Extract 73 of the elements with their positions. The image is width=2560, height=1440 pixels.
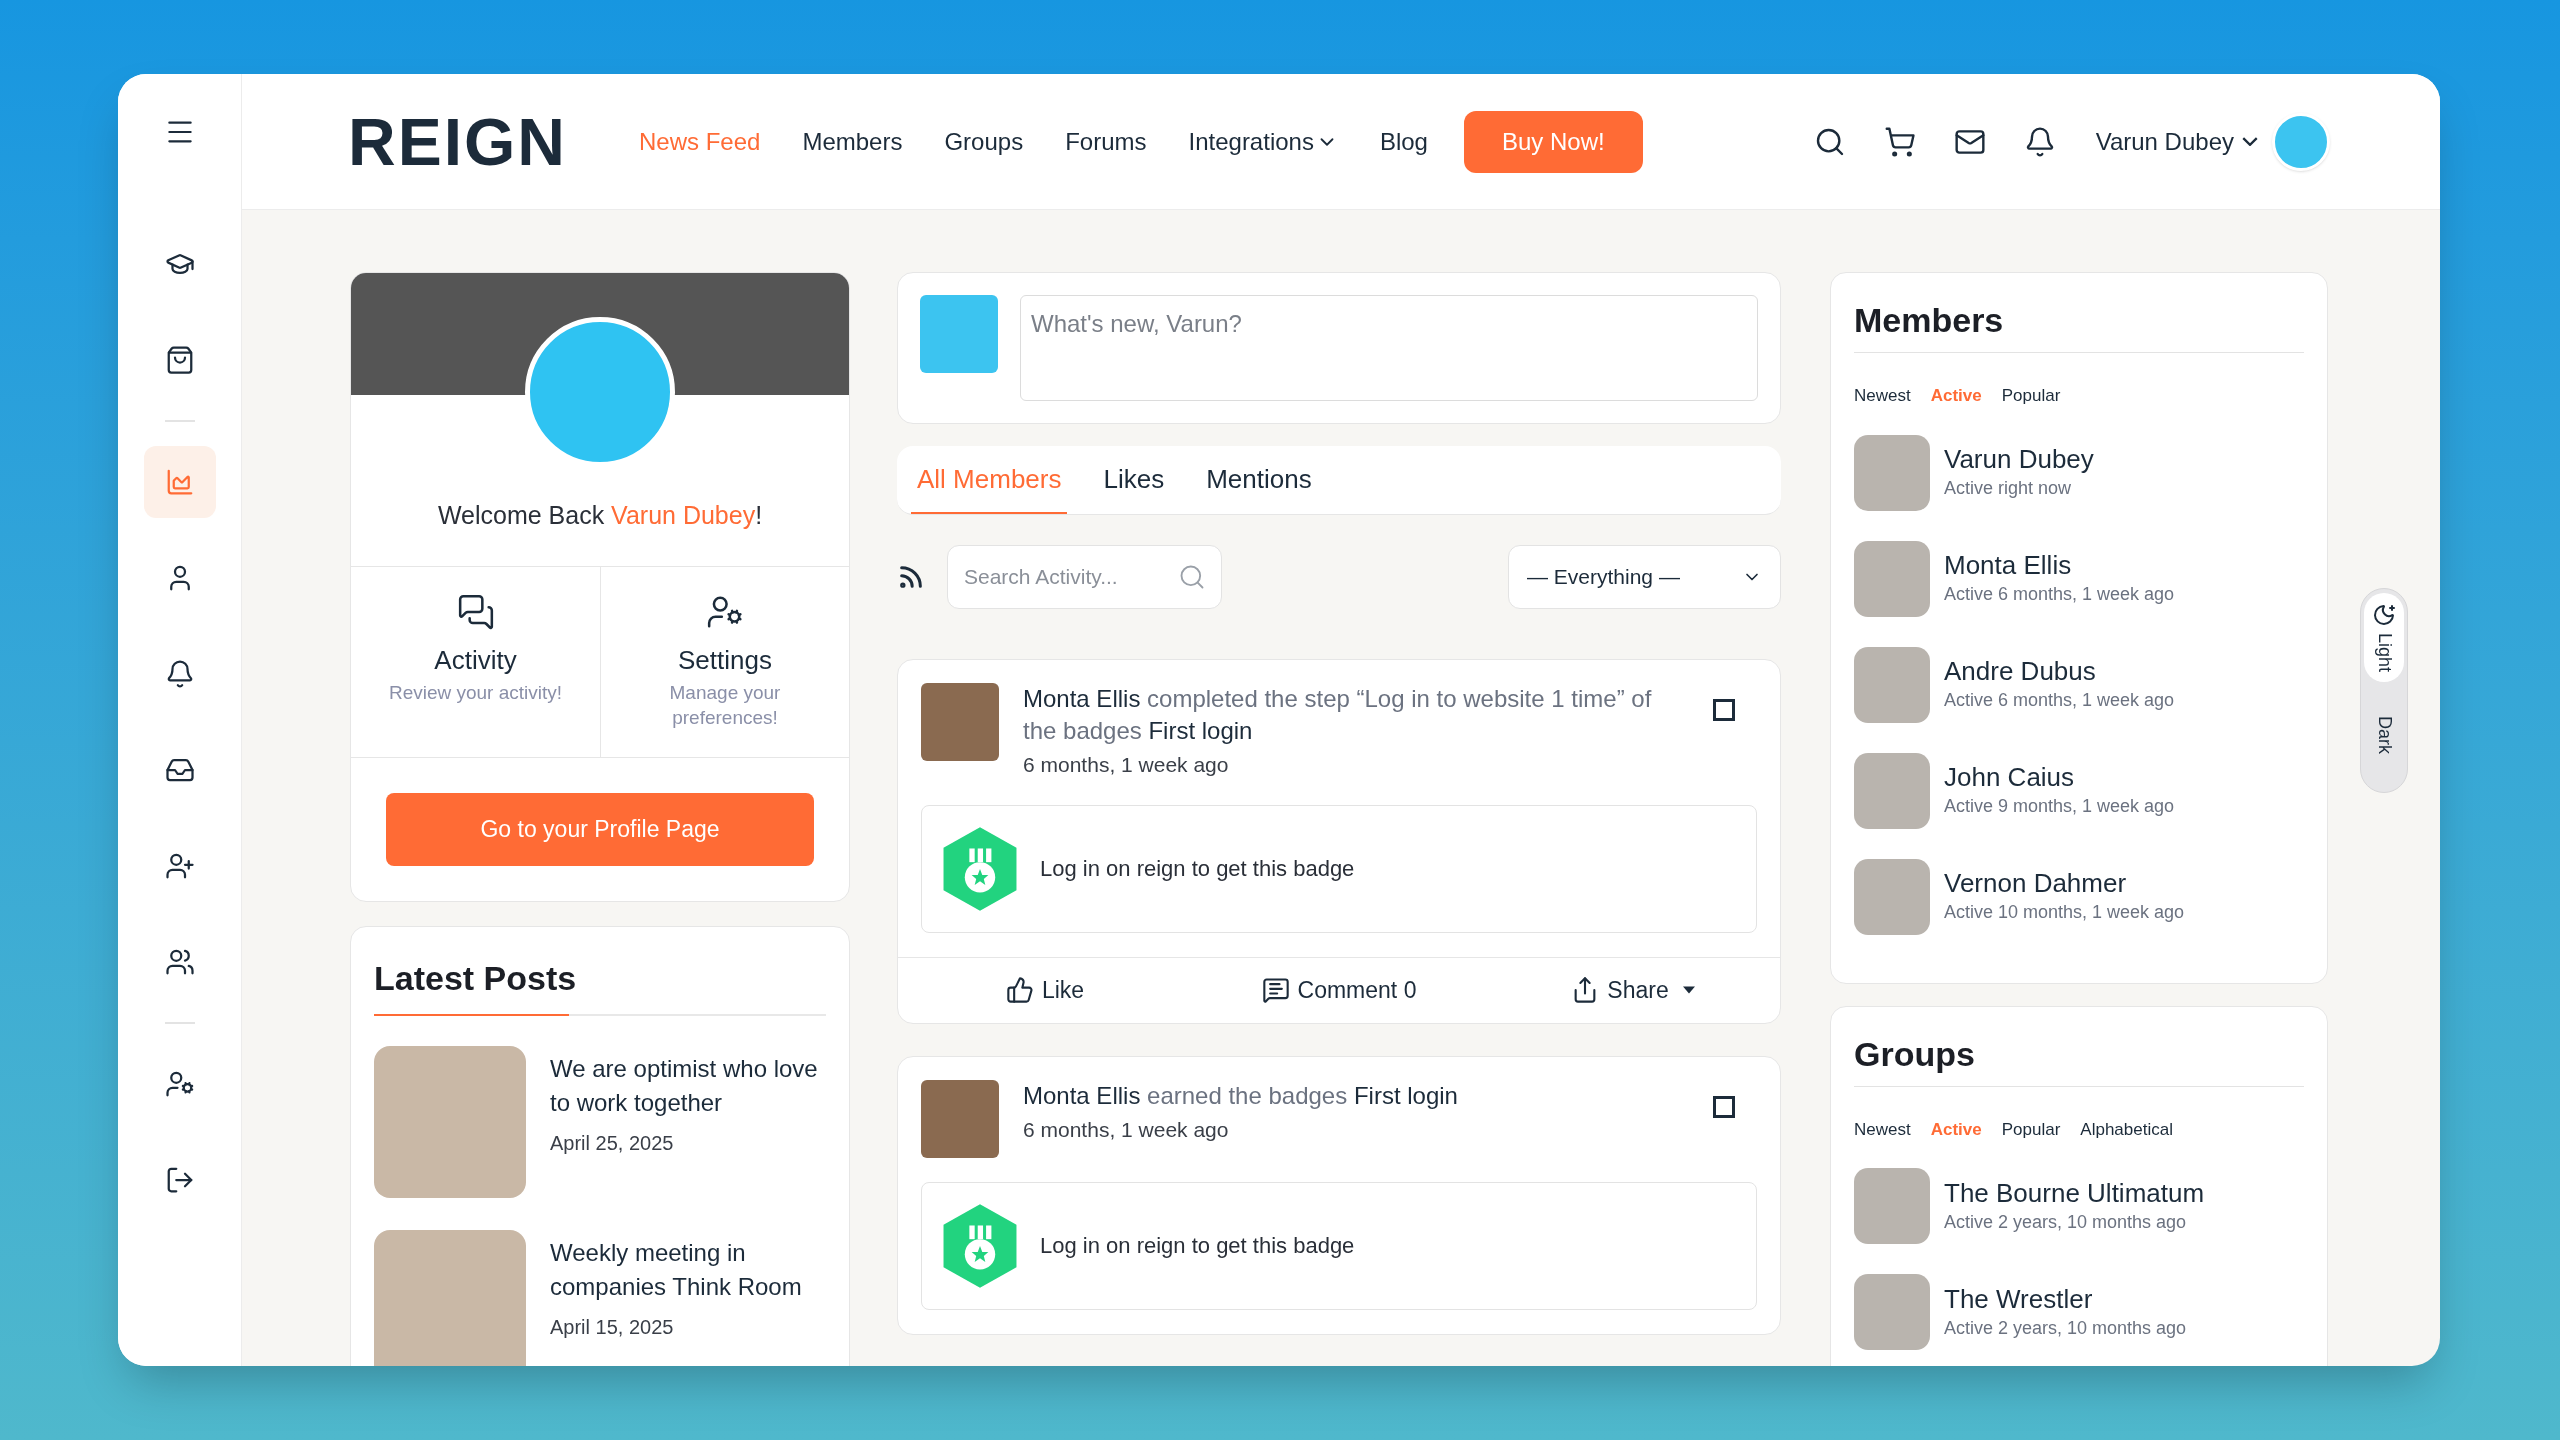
item-name[interactable]: John Caius	[1944, 761, 2175, 793]
users-icon	[164, 947, 195, 977]
item-name[interactable]: The Bourne Ultimatum	[1944, 1176, 2205, 1209]
item-status: Active 6 months, 1 week ago	[1944, 689, 2175, 712]
widget-title: Members	[1854, 301, 2004, 339]
profile-link[interactable]: Settings Manage your preferences!	[600, 567, 849, 757]
logo[interactable]: REIGN	[348, 108, 568, 175]
medal-badge-icon	[942, 826, 1018, 911]
item-name[interactable]: The Wrestler	[1944, 1282, 2187, 1315]
filter-select[interactable]: — Everything —	[1508, 545, 1781, 609]
caret-icon	[1682, 986, 1695, 994]
nav-link[interactable]: Members	[802, 123, 903, 160]
item-status: Active 2 years, 10 months ago	[1944, 1210, 2188, 1234]
cart-icon[interactable]	[1883, 125, 1916, 158]
item-status: Active 2 years, 10 months ago	[1944, 1316, 2187, 1340]
widget-title: Groups	[1854, 1034, 1975, 1073]
post-input-field[interactable]: What's new, Varun?	[1020, 295, 1758, 401]
link-title: Settings	[678, 644, 772, 677]
theme-option[interactable]: Light	[2364, 593, 2404, 683]
user-plus-icon	[164, 851, 195, 881]
profile-link[interactable]: Activity Review your activity!	[351, 567, 600, 757]
filter-tab[interactable]: Alphabetical	[2080, 1116, 2173, 1142]
filter-tab[interactable]: Popular	[2001, 383, 2061, 409]
search-icon	[1178, 563, 1206, 591]
post-date: April 25, 2025	[550, 1131, 675, 1156]
filter-tab[interactable]: Newest	[1854, 383, 1911, 409]
nav-link[interactable]: Blog	[1379, 123, 1428, 160]
activity-text: Monta Ellis completed the step “Log in to website 1 time” of the badges First login	[1023, 684, 1653, 746]
action-button[interactable]: Like	[1005, 972, 1085, 1008]
item-name[interactable]: Monta Ellis	[1944, 549, 2175, 581]
medal-badge-icon	[942, 1203, 1018, 1288]
theme-toggle[interactable]: Light Dark	[2360, 588, 2408, 794]
badge-text: Log in on reign to get this badge	[1040, 855, 1355, 883]
welcome-text: Welcome Back Varun Dubey!	[437, 499, 763, 531]
search-field[interactable]: Search Activity...	[947, 545, 1222, 609]
item-name[interactable]: Vernon Dahmer	[1944, 867, 2185, 899]
users-gear-icon	[164, 1069, 195, 1099]
filter-tab[interactable]: Popular	[2001, 1116, 2061, 1142]
chat-bubbles-icon	[456, 593, 495, 631]
checkbox[interactable]	[1713, 1095, 1735, 1118]
activity-time: 6 months, 1 week ago	[1023, 1116, 1230, 1143]
comment-icon	[1261, 976, 1290, 1004]
item-status: Active 10 months, 1 week ago	[1944, 901, 2185, 924]
card-title: Latest Posts	[374, 959, 577, 997]
user-menu[interactable]: Varun Dubey	[2095, 123, 2258, 160]
rss-icon[interactable]	[897, 563, 925, 591]
nav-link[interactable]: Integrations	[1188, 123, 1338, 160]
link-subtitle: Manage your preferences!	[668, 681, 782, 730]
activity-time: 6 months, 1 week ago	[1023, 752, 1230, 778]
link-subtitle: Review your activity!	[388, 681, 563, 705]
item-status: Active right now	[1944, 477, 2073, 500]
feed-tab[interactable]: Likes	[1097, 446, 1171, 514]
item-status: Active 9 months, 1 week ago	[1944, 795, 2175, 818]
chevron-down-icon	[2242, 137, 2258, 146]
link-title: Activity	[434, 644, 517, 677]
activity-text: Monta Ellis earned the badges First login	[1023, 1080, 1459, 1111]
nav-link[interactable]: Forums	[1065, 123, 1147, 160]
nav-link[interactable]: Groups	[944, 123, 1024, 160]
action-button[interactable]: Share	[1571, 972, 1695, 1008]
item-name[interactable]: Andre Dubus	[1944, 655, 2175, 687]
checkbox[interactable]	[1713, 699, 1735, 721]
item-status: Active 6 months, 1 week ago	[1944, 583, 2175, 606]
post-title[interactable]: Weekly meeting in companies Think Room	[550, 1236, 826, 1304]
item-name[interactable]: Varun Dubey	[1944, 443, 2094, 475]
filter-tab[interactable]: Newest	[1854, 1116, 1911, 1142]
moon-icon	[2372, 603, 2396, 627]
action-button[interactable]: Comment 0	[1261, 972, 1417, 1008]
badge-text: Log in on reign to get this badge	[1040, 1232, 1355, 1260]
post-date: April 15, 2025	[550, 1315, 675, 1340]
feed-tab[interactable]: Mentions	[1200, 446, 1318, 514]
thumbs-up-icon	[1005, 976, 1034, 1004]
post-title[interactable]: We are optimist who love to work together	[550, 1052, 826, 1120]
theme-option[interactable]: Dark	[2364, 706, 2404, 765]
